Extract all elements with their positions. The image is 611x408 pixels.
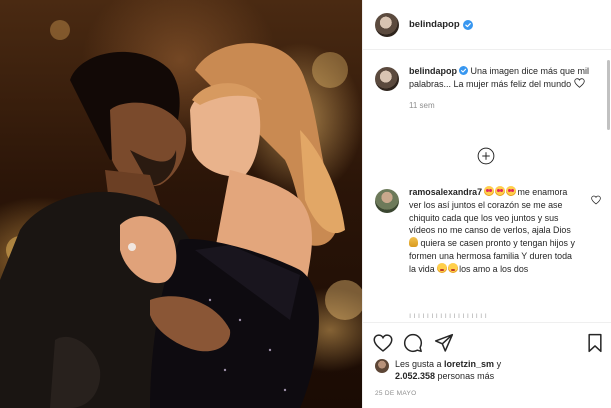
post-caption: belindapop Una imagen dice más que mil p… [375, 65, 603, 113]
comment-like-heart-icon[interactable] [591, 195, 601, 205]
comment-item: ramosalexandra7 me enamora ver los así j… [375, 186, 603, 276]
comment-bubble-icon[interactable] [403, 333, 423, 353]
post-date[interactable]: 25 DE MAYO [375, 390, 417, 397]
comment-text-part-3: los amo a los dos [459, 263, 529, 274]
author-avatar[interactable] [375, 12, 399, 37]
paper-plane-icon[interactable] [434, 333, 454, 353]
commenter-username[interactable]: ramosalexandra7 [409, 187, 482, 197]
caption-timestamp: 11 sem [409, 101, 435, 110]
commenter-avatar[interactable] [375, 189, 399, 213]
verified-badge-icon [459, 66, 468, 75]
instagram-post: belindapop belindapop Una imagen dice má… [0, 0, 611, 408]
caption-avatar[interactable] [375, 67, 399, 91]
post-actions-bar [363, 322, 611, 362]
praying-hands-emoji-icon [409, 237, 418, 248]
likes-text[interactable]: Les gusta a loretzin_sm y 2.052.358 pers… [395, 358, 501, 382]
author-username[interactable]: belindapop [409, 19, 460, 30]
liker-username[interactable]: loretzin_sm [444, 359, 494, 369]
kiss-emoji-icon [448, 262, 459, 273]
caption-username[interactable]: belindapop [409, 66, 457, 76]
likes-count[interactable]: 2.052.358 [395, 371, 435, 381]
heart-eyes-emoji-icon [495, 186, 506, 196]
post-side-panel: belindapop belindapop Una imagen dice má… [362, 0, 611, 408]
likes-middle: y [494, 359, 502, 369]
comments-section[interactable]: belindapop Una imagen dice más que mil p… [363, 51, 611, 319]
post-photo[interactable] [0, 0, 362, 408]
likes-summary: Les gusta a loretzin_sm y 2.052.358 pers… [375, 358, 605, 382]
heart-eyes-emoji-icon [506, 186, 517, 196]
heart-eyes-emoji-icon [484, 186, 495, 196]
heart-outline-icon [573, 77, 585, 88]
couple-photo-illustration [0, 20, 362, 408]
post-header: belindapop [363, 0, 611, 50]
caption-body: belindapop Una imagen dice más que mil p… [409, 65, 599, 113]
bookmark-icon[interactable] [585, 333, 605, 353]
comment-body: ramosalexandra7 me enamora ver los así j… [409, 186, 581, 276]
heart-icon[interactable] [373, 333, 393, 353]
kiss-emoji-icon [437, 262, 448, 273]
scrollbar-thumb[interactable] [607, 60, 610, 130]
liker-avatar[interactable] [375, 359, 389, 373]
verified-badge-icon [462, 19, 473, 30]
next-comment-partial: ı ı ı ı ı ı ı ı ı ı ı ı ı ı ı ı ı ı [409, 313, 487, 319]
likes-suffix: personas más [435, 371, 495, 381]
likes-prefix: Les gusta a [395, 359, 445, 369]
plus-circle-icon[interactable] [477, 147, 495, 165]
